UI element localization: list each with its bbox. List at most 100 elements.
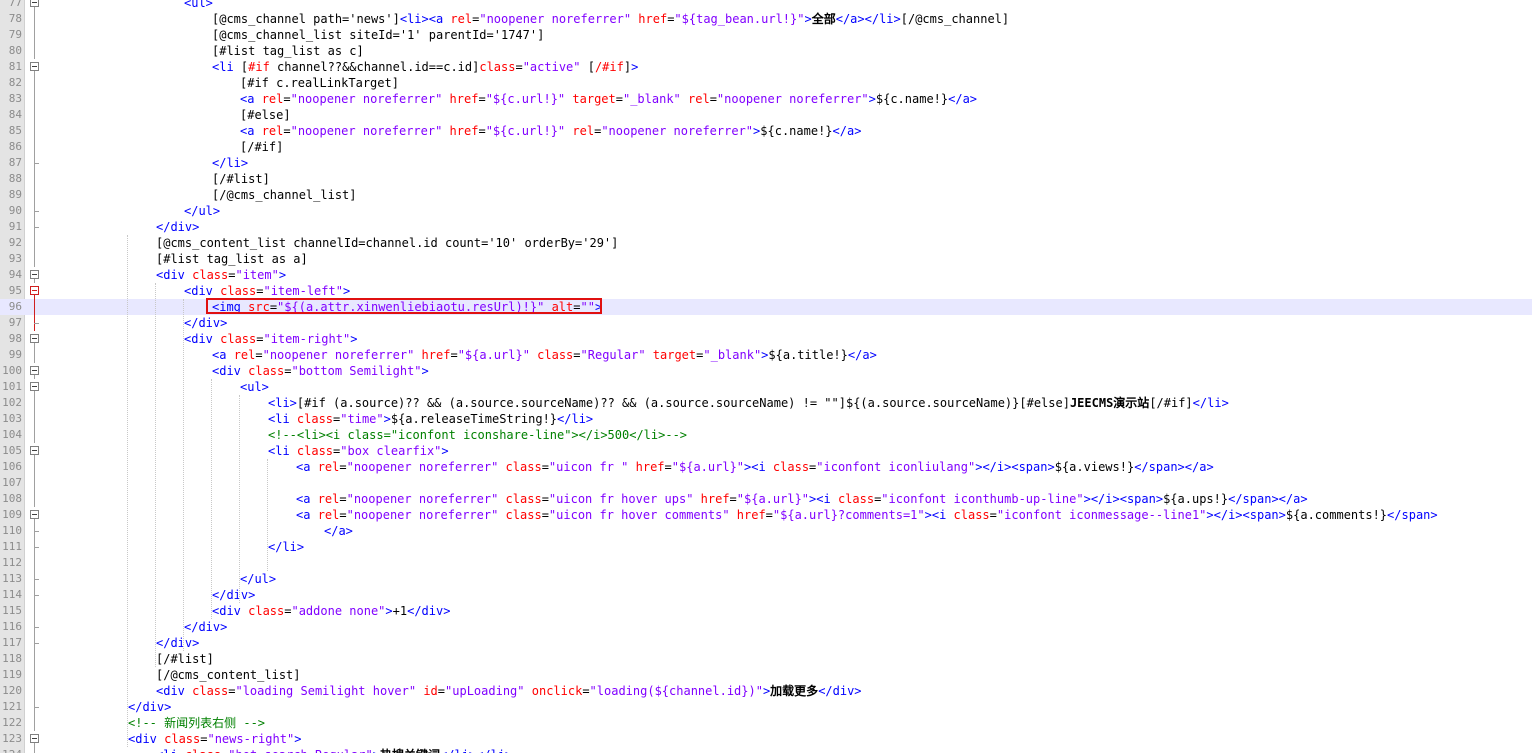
code-line[interactable]: 111 </li>	[0, 539, 1532, 555]
code-line[interactable]: 92 [@cms_content_list channelId=channel.i…	[0, 235, 1532, 251]
code-line[interactable]: 91 </div>	[0, 219, 1532, 235]
token-val: "time"	[340, 412, 384, 426]
code-line[interactable]: 102 <li>[#if (a.source)?? && (a.source.so…	[0, 395, 1532, 411]
token-val: "hot-search Regular"	[228, 748, 373, 753]
token-val: "noopener noreferrer"	[346, 508, 499, 522]
line-number: 117	[2, 636, 22, 649]
code-line[interactable]: 107	[0, 475, 1532, 491]
code-line[interactable]: 124 <li class="hot-search Regular">热搜关键词<…	[0, 747, 1532, 753]
code-line[interactable]: 116 </div>	[0, 619, 1532, 635]
code-line[interactable]: 95 <div class="item-left">	[0, 283, 1532, 299]
code-line[interactable]: 118 [/#list]	[0, 651, 1532, 667]
code-area[interactable]: 77 <ul> 78 [@cms_channel path='news']<li><a…	[0, 0, 1532, 753]
token-tag: <a	[296, 492, 318, 506]
fold-toggle-icon[interactable]	[30, 734, 39, 743]
code-line[interactable]: 79 [@cms_channel_list siteId='1' parentId…	[0, 27, 1532, 43]
code-line[interactable]: 122 <!-- 新闻列表右侧 -->	[0, 715, 1532, 731]
token-tag: </div>	[156, 220, 200, 234]
code-line[interactable]: 105 <li class="box clearfix">	[0, 443, 1532, 459]
token-attr: class	[498, 492, 542, 506]
fold-toggle-icon[interactable]	[30, 62, 39, 71]
code-line[interactable]: 103 <li class="time">${a.releaseTimeStrin…	[0, 411, 1532, 427]
line-number: 114	[2, 588, 22, 601]
code-line[interactable]: 84 [#else]	[0, 107, 1532, 123]
code-line[interactable]: 109 <a rel="noopener noreferrer" class="u…	[0, 507, 1532, 523]
code-line[interactable]: 99 <a rel="noopener noreferrer" href="${a…	[0, 347, 1532, 363]
code-line[interactable]: 77 <ul>	[0, 0, 1532, 11]
token-plain: ${a.title!}	[768, 348, 848, 362]
fold-end-tick	[34, 163, 39, 164]
code-line[interactable]: 85 <a rel="noopener noreferrer" href="${c…	[0, 123, 1532, 139]
code-line[interactable]: 83 <a rel="noopener noreferrer" href="${c…	[0, 91, 1532, 107]
token-plain: =	[765, 508, 773, 522]
token-tag: >	[385, 604, 393, 618]
fold-toggle-icon[interactable]	[30, 0, 39, 7]
code-text: <li>[#if (a.source)?? && (a.source.sourc…	[268, 395, 1229, 411]
fold-toggle-icon[interactable]	[30, 334, 39, 343]
code-line[interactable]: 78 [@cms_channel path='news']<li><a rel="…	[0, 11, 1532, 27]
fold-toggle-icon[interactable]	[30, 270, 39, 279]
token-val: "upLoading"	[445, 684, 525, 698]
code-line[interactable]: 104 <!--<li><i class="iconfont iconshare-…	[0, 427, 1532, 443]
code-line[interactable]: 93 [#list tag_list as a]	[0, 251, 1532, 267]
token-plain: ${a.comments!}	[1285, 508, 1388, 522]
code-text: <ul>	[240, 379, 269, 395]
fold-toggle-icon[interactable]	[30, 446, 39, 455]
fold-toggle-icon[interactable]	[30, 286, 39, 295]
code-editor[interactable]: 77 <ul> 78 [@cms_channel path='news']<li><a…	[0, 0, 1532, 753]
token-plain: [/#if]	[240, 140, 284, 154]
code-line[interactable]: 98 <div class="item-right">	[0, 331, 1532, 347]
fold-toggle-icon[interactable]	[30, 366, 39, 375]
code-line[interactable]: 117 </div>	[0, 635, 1532, 651]
code-line[interactable]: 115 <div class="addone none">+1</div>	[0, 603, 1532, 619]
token-tag: </div>	[407, 604, 451, 618]
code-line[interactable]: 114 </div>	[0, 587, 1532, 603]
code-line[interactable]: 81 <li [#if channel??&&channel.id==c.id]c…	[0, 59, 1532, 75]
line-number: 102	[2, 396, 22, 409]
token-tag: ></i><span>	[1083, 492, 1164, 506]
code-line[interactable]: 113 </ul>	[0, 571, 1532, 587]
line-number: 84	[8, 108, 22, 121]
code-line[interactable]: 110 </a>	[0, 523, 1532, 539]
code-line[interactable]: 87 </li>	[0, 155, 1532, 171]
token-plain: =	[339, 460, 347, 474]
fold-end-tick	[34, 227, 39, 228]
token-tag: <li>	[268, 396, 297, 410]
code-line[interactable]: 120 <div class="loading Semilight hover" …	[0, 683, 1532, 699]
code-line[interactable]: 80 [#list tag_list as c]	[0, 43, 1532, 59]
token-attr: class	[220, 332, 257, 346]
code-line[interactable]: 97 </div>	[0, 315, 1532, 331]
code-line[interactable]: 112	[0, 555, 1532, 571]
token-attr: alt	[544, 300, 574, 314]
code-text: </div>	[212, 587, 255, 603]
code-line[interactable]: 86 [/#if]	[0, 139, 1532, 155]
code-line[interactable]: 89 [/@cms_channel_list]	[0, 187, 1532, 203]
token-plain: =	[515, 60, 523, 74]
token-attr: href	[628, 460, 665, 474]
line-number: 110	[2, 524, 22, 537]
token-cmt: <!-- 新闻列表右侧 -->	[128, 716, 266, 730]
code-line[interactable]: 90 </ul>	[0, 203, 1532, 219]
code-line[interactable]: 96 <img src="${(a.attr.xinwenliebiaotu.re…	[0, 299, 1532, 315]
code-line[interactable]: 108 <a rel="noopener noreferrer" class="u…	[0, 491, 1532, 507]
code-line[interactable]: 101 <ul>	[0, 379, 1532, 395]
code-line[interactable]: 123 <div class="news-right">	[0, 731, 1532, 747]
line-number: 108	[2, 492, 22, 505]
code-line[interactable]: 106 <a rel="noopener noreferrer" class="u…	[0, 459, 1532, 475]
code-line[interactable]: 121 </div>	[0, 699, 1532, 715]
code-line[interactable]: 88 [/#list]	[0, 171, 1532, 187]
code-line[interactable]: 82 [#if c.realLinkTarget]	[0, 75, 1532, 91]
token-tag: >	[294, 732, 302, 746]
token-tag: </span></a>	[1228, 492, 1308, 506]
token-tag: </span>	[1387, 508, 1438, 522]
code-text: <ul>	[184, 0, 213, 11]
code-line[interactable]: 94 <div class="item">	[0, 267, 1532, 283]
fold-guide	[34, 27, 35, 43]
token-tag: </a>	[324, 524, 353, 538]
line-number: 99	[8, 348, 22, 361]
fold-toggle-icon[interactable]	[30, 382, 39, 391]
fold-toggle-icon[interactable]	[30, 510, 39, 519]
code-text: </div>	[128, 699, 171, 715]
code-line[interactable]: 119 [/@cms_content_list]	[0, 667, 1532, 683]
code-line[interactable]: 100 <div class="bottom Semilight">	[0, 363, 1532, 379]
